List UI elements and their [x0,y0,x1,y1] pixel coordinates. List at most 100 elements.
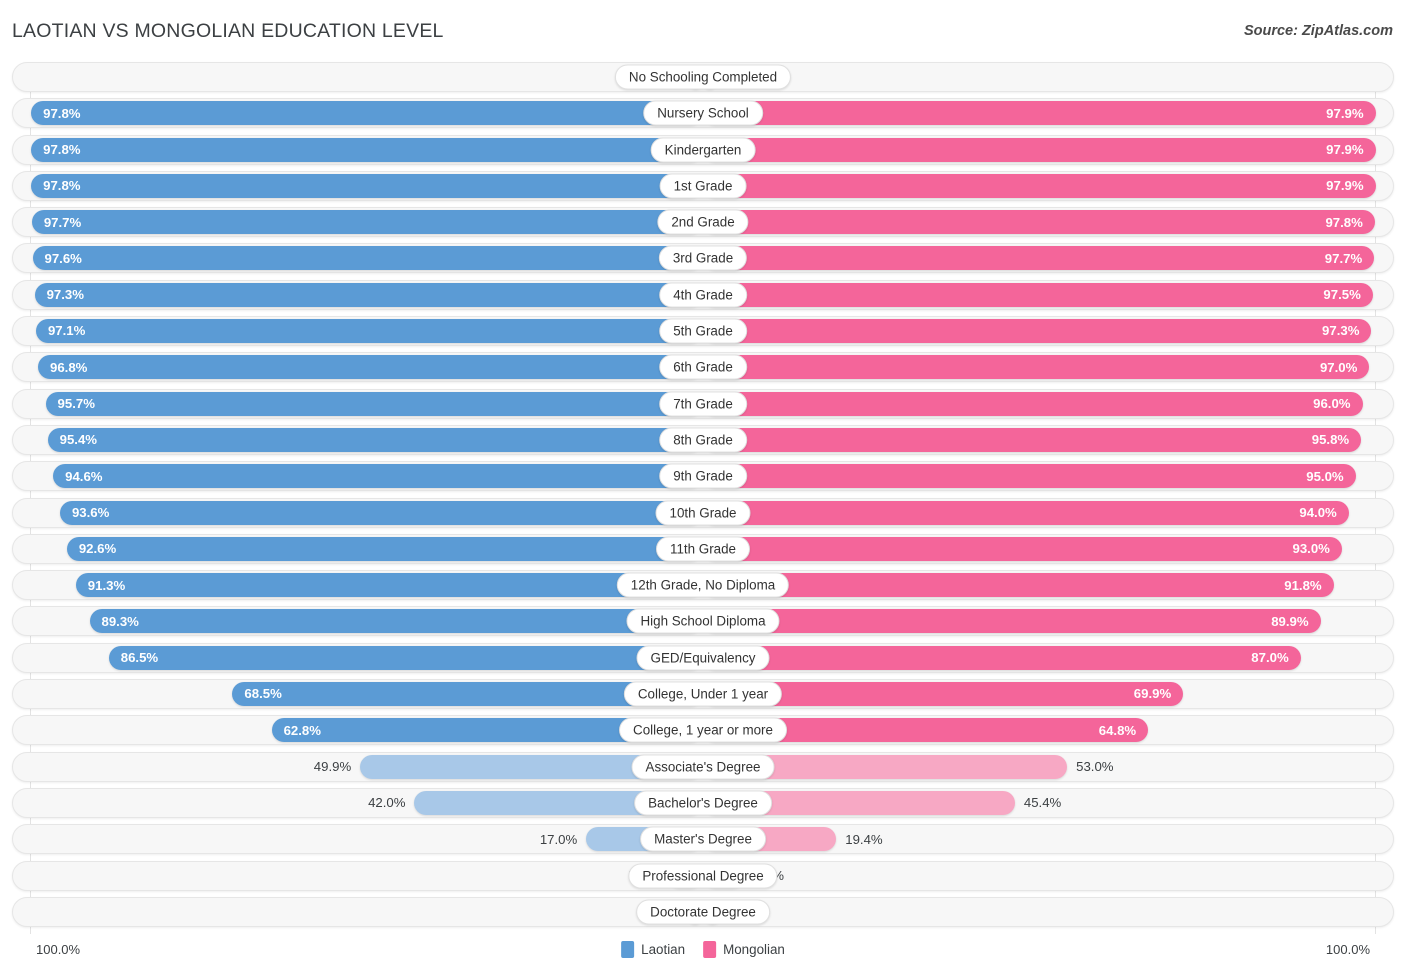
mongolian-bar: 97.9% [703,137,1376,162]
mongolian-half: 69.9% [703,682,1390,707]
mongolian-bar: 95.0% [703,464,1356,489]
mongolian-value: 89.9% [1271,613,1309,629]
laotian-bar: 86.5% [108,645,703,670]
mongolian-value: 64.8% [1098,722,1137,738]
category-label: 12th Grade, No Diploma [616,572,790,598]
mongolian-half: 2.1% [703,65,1390,89]
laotian-value: 86.5% [120,650,159,666]
category-label: 3rd Grade [658,245,748,271]
category-label: High School Diploma [626,608,780,634]
mongolian-half: 94.0% [703,500,1390,525]
laotian-half: 97.3% [16,282,703,307]
mongolian-half: 2.8% [703,899,1390,924]
laotian-half: 92.6% [16,536,703,561]
laotian-half: 17.0% [16,827,703,852]
table-row: 94.6% 95.0% 9th Grade [12,461,1394,492]
mongolian-bar: 97.7% [703,246,1375,271]
laotian-value: 93.6% [71,504,110,520]
source-attribution: Source: ZipAtlas.com [1243,23,1393,39]
mongolian-half: 89.9% [703,609,1390,634]
mongolian-bar: 96.0% [703,391,1363,416]
laotian-half: 93.6% [16,500,703,525]
laotian-bar: 95.4% [47,427,703,452]
mongolian-half: 95.8% [703,427,1390,452]
mongolian-value: 96.0% [1313,396,1351,412]
laotian-value: 97.1% [47,323,86,339]
mongolian-bar: 97.5% [703,282,1373,307]
mongolian-value: 97.8% [1325,214,1363,230]
mongolian-half: 95.0% [703,464,1390,489]
category-label: Professional Degree [628,863,778,889]
mongolian-value: 69.9% [1133,686,1172,702]
legend-item[interactable]: Mongolian [703,941,785,958]
mongolian-bar: 97.0% [703,355,1370,380]
mongolian-half: 19.4% [703,827,1390,852]
laotian-half: 97.8% [16,137,703,162]
laotian-value: 92.6% [78,541,117,557]
mongolian-value: 87.0% [1251,650,1289,666]
mongolian-bar: 89.9% [703,609,1321,634]
mongolian-value: 97.9% [1326,141,1364,157]
laotian-half: 94.6% [16,464,703,489]
laotian-half: 97.1% [16,319,703,344]
mongolian-half: 97.0% [703,355,1390,380]
laotian-value: 91.3% [87,577,126,593]
legend-label: Mongolian [723,942,785,957]
axis-label-left: 100.0% [36,942,81,957]
mongolian-value: 95.8% [1311,432,1350,448]
mongolian-half: 97.9% [703,173,1390,198]
laotian-value: 97.7% [43,214,82,230]
category-label: 10th Grade [655,500,751,526]
laotian-half: 89.3% [16,609,703,634]
table-row: 2.2%2.1%No Schooling Completed [12,62,1394,92]
laotian-value: 68.5% [244,686,282,702]
table-row: 62.8% 64.8% College, 1 year or more [12,715,1394,746]
laotian-value: 97.8% [43,105,81,121]
mongolian-bar: 94.0% [703,500,1349,525]
category-label: College, Under 1 year [623,681,783,707]
category-label: 5th Grade [659,318,747,344]
mongolian-value: 91.8% [1284,577,1322,593]
legend-item[interactable]: Laotian [621,941,685,958]
mongolian-bar: 97.8% [703,210,1375,235]
table-row: 97.6% 97.7% 3rd Grade [12,243,1394,274]
table-row: 86.5% 87.0% GED/Equivalency [12,642,1394,673]
mongolian-bar: 93.0% [703,536,1342,561]
table-row: 97.8% 97.9% 1st Grade [12,170,1394,201]
mongolian-half: 64.8% [703,718,1390,743]
table-row: 95.7% 96.0% 7th Grade [12,388,1394,419]
category-label: 4th Grade [659,282,747,308]
laotian-half: 5.2% [16,863,703,888]
mongolian-value: 97.9% [1326,105,1364,121]
legend-label: Laotian [641,942,686,957]
category-label: 7th Grade [659,391,747,417]
mongolian-half: 53.0% [703,754,1390,779]
chart-header: LAOTIAN VS MONGOLIAN EDUCATION LEVEL Sou… [0,0,1406,58]
laotian-bar: 97.1% [35,319,703,344]
category-label: GED/Equivalency [636,645,770,671]
table-row: 93.6% 94.0% 10th Grade [12,497,1394,528]
mongolian-bar: 97.9% [703,101,1376,126]
category-label: No Schooling Completed [614,64,792,90]
table-row: 97.1% 97.3% 5th Grade [12,316,1394,347]
laotian-half: 97.6% [16,246,703,271]
laotian-bar: 92.6% [66,536,703,561]
table-row: 95.4% 95.8% 8th Grade [12,424,1394,455]
laotian-half: 62.8% [16,718,703,743]
category-label: Master's Degree [640,826,766,852]
chart-page: LAOTIAN VS MONGOLIAN EDUCATION LEVEL Sou… [0,0,1406,975]
laotian-half: 91.3% [16,573,703,598]
mongolian-bar: 87.0% [703,645,1301,670]
laotian-bar: 94.6% [53,464,703,489]
mongolian-value: 97.5% [1323,287,1361,303]
category-label: 11th Grade [655,536,751,562]
mongolian-half: 96.0% [703,391,1390,416]
mongolian-bar: 91.8% [703,573,1334,598]
table-row: 49.9% 53.0% Associate's Degree [12,751,1394,782]
laotian-half: 2.3% [16,899,703,924]
table-row: 89.3% 89.9% High School Diploma [12,606,1394,637]
laotian-value: 97.8% [43,141,81,157]
laotian-bar: 97.7% [31,210,703,235]
category-label: Nursery School [643,100,763,126]
laotian-value: 95.4% [59,432,98,448]
